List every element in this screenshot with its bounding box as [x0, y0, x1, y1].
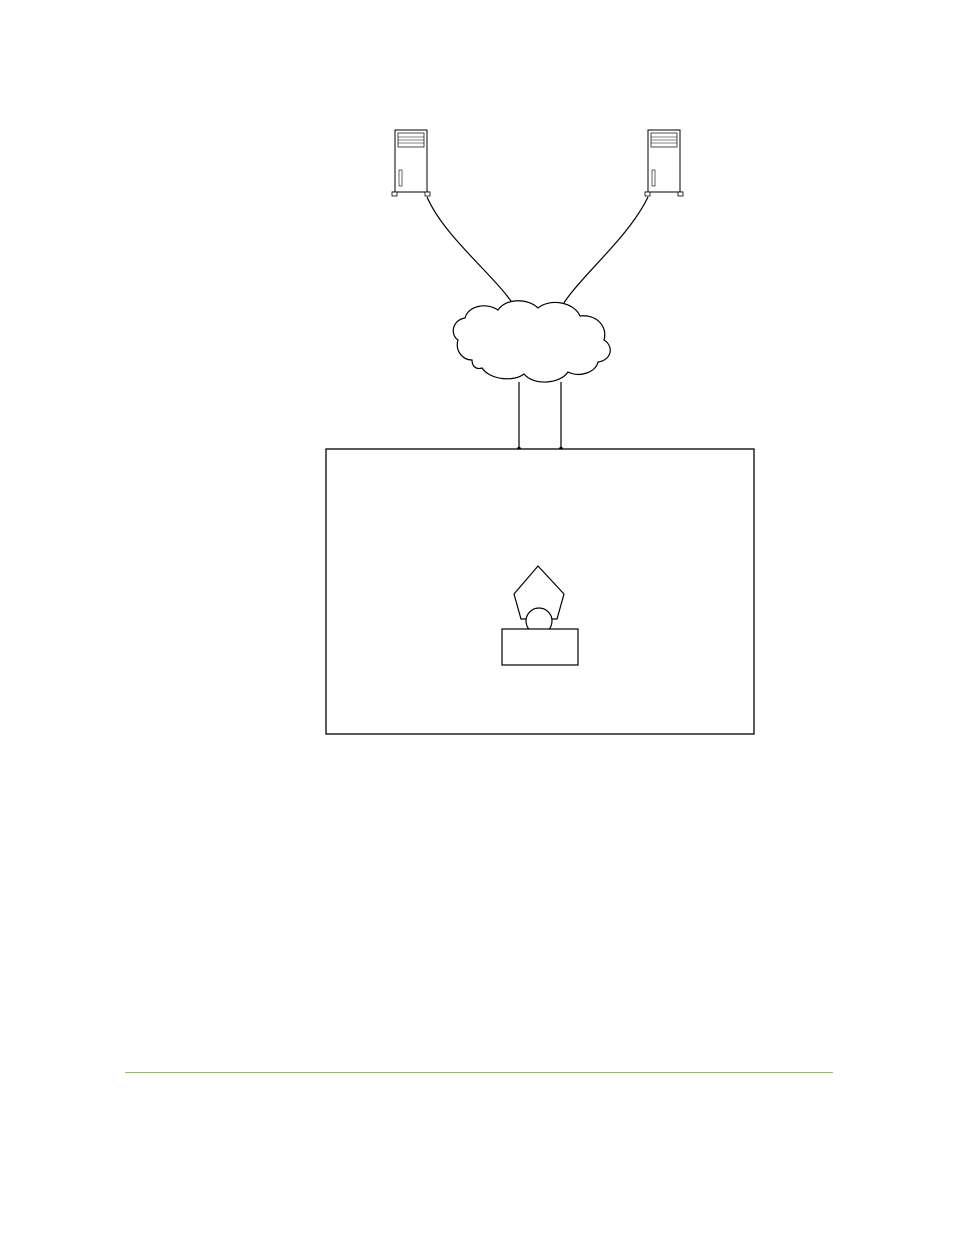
- connection-right: [556, 197, 648, 320]
- footer-divider: [125, 1072, 833, 1073]
- connection-left: [427, 197, 520, 320]
- diagram-svg: [0, 0, 954, 1235]
- cloud-icon: [453, 301, 610, 382]
- network-diagram: [0, 0, 954, 1235]
- server-right-icon: [645, 130, 683, 196]
- server-left-icon: [392, 130, 430, 196]
- inner-box: [502, 629, 578, 665]
